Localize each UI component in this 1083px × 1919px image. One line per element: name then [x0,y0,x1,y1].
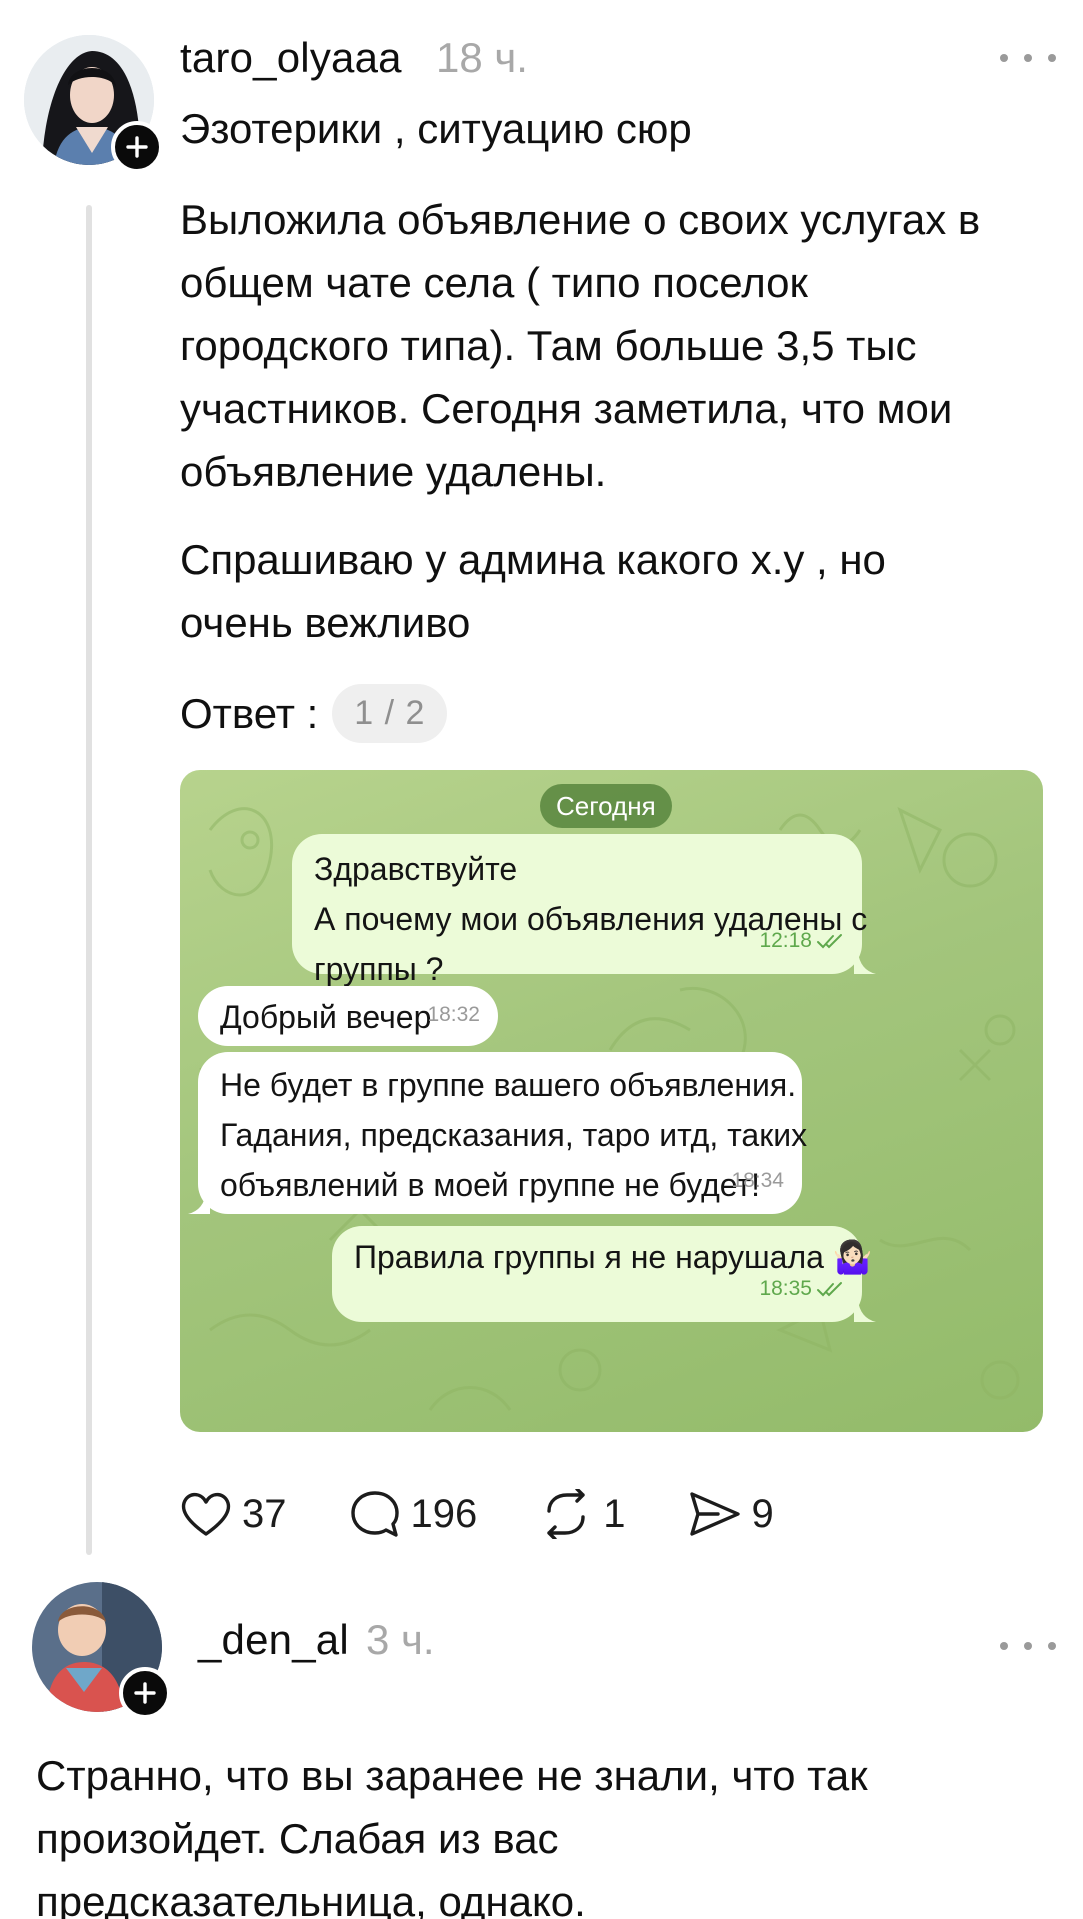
reply-more-button[interactable] [1000,1636,1056,1656]
more-dot [1048,54,1056,62]
post-line: городского типа). Там больше 3,5 тыс [180,322,917,369]
reply-text: Странно, что вы заранее не знали, что та… [36,1744,868,1919]
double-check-icon [817,934,842,949]
reply-line: произойдет. Слабая из вас [36,1815,559,1862]
message-time-text: 18:32 [427,1003,480,1026]
bubble-tail [188,1192,210,1214]
post-line: объявление удалены. [180,448,607,495]
chat-message-incoming: Добрый вечер 18:32 [198,986,498,1046]
post-line: участников. Сегодня заметила, что мои [180,385,953,432]
post-timestamp: 18 ч. [436,34,528,81]
double-check-icon [817,1282,842,1297]
follow-plus-button[interactable] [111,121,163,173]
post-paragraph-2: Спрашиваю у админа какого х.у , но очень… [180,528,886,654]
plus-icon [134,1682,156,1704]
chat-message-outgoing: Здравствуйте А почему мои объявления уда… [292,834,867,987]
reply-author-username[interactable]: _den_al [198,1616,349,1664]
comment-button[interactable]: 196 [349,1489,478,1539]
share-count: 9 [751,1491,774,1536]
post-topic: Эзотерики , ситуацию сюр [180,105,692,152]
post-line: общем чате села ( типо поселок [180,259,808,306]
chat-message-time: 18:35 [759,1264,844,1314]
plus-icon [126,136,148,158]
chat-message-time: 18:34 [731,1156,784,1206]
reply-line: Странно, что вы заранее не знали, что та… [36,1752,868,1799]
reply-timestamp: 3 ч. [366,1616,435,1663]
bubble-tail [854,952,876,974]
chat-message-line: Не будет в группе вашего объявления. [220,1067,797,1103]
follow-plus-button[interactable] [119,1667,171,1719]
chat-date-divider: Сегодня [540,784,672,828]
send-icon [689,1492,740,1536]
more-dot [1048,1642,1056,1650]
chat-message-line: Гадания, предсказания, таро итд, таких [220,1117,808,1153]
message-time-text: 18:34 [731,1169,784,1192]
reply-line: предсказательница, однако. [36,1878,586,1919]
more-dot [1024,1642,1032,1650]
comment-count: 196 [410,1491,478,1536]
more-horizontal-icon [1000,54,1008,62]
post-line: Выложила объявление о своих услугах в [180,196,981,243]
chat-message-time: 12:18 [759,916,844,966]
repost-count: 1 [603,1491,626,1536]
answer-row: Ответ : 1 / 2 [180,684,448,743]
post-more-button[interactable] [1000,48,1056,68]
message-time-text: 12:18 [759,929,812,952]
chat-message-line: Здравствуйте [314,851,518,887]
like-button[interactable]: 37 [180,1490,287,1538]
comment-bubble-icon [350,1491,399,1537]
like-count: 37 [242,1491,287,1536]
repost-button[interactable]: 1 [539,1489,626,1539]
chat-message-outgoing: Правила группы я не нарушала 🤷🏻‍♀️ 18:35 [332,1226,873,1322]
answer-label: Ответ : [180,689,319,737]
more-horizontal-icon [1000,1642,1008,1650]
repost-icon [547,1489,585,1539]
chat-message-incoming: Не будет в группе вашего объявления. Гад… [198,1052,808,1214]
chat-screenshot-image[interactable]: Сегодня Здравствуйте А почему мои объявл… [180,770,1043,1432]
chat-message-line: объявлений в моей группе не будет! [220,1167,761,1203]
chat-message-time: 18:32 [427,990,480,1040]
heart-icon [181,1492,231,1536]
bubble-tail [854,1300,876,1322]
thread-line [86,205,92,1555]
message-time-text: 18:35 [759,1277,812,1300]
post-actions-bar: 37 196 1 9 [180,1486,774,1542]
image-page-indicator: 1 / 2 [332,684,448,743]
post-line: очень вежливо [180,599,471,646]
post-paragraph-1: Выложила объявление о своих услугах в об… [180,188,980,503]
share-button[interactable]: 9 [688,1490,774,1538]
more-dot [1024,54,1032,62]
post-author-username[interactable]: taro_olyaaa [180,34,402,82]
post-line: Спрашиваю у админа какого х.у , но [180,536,886,583]
